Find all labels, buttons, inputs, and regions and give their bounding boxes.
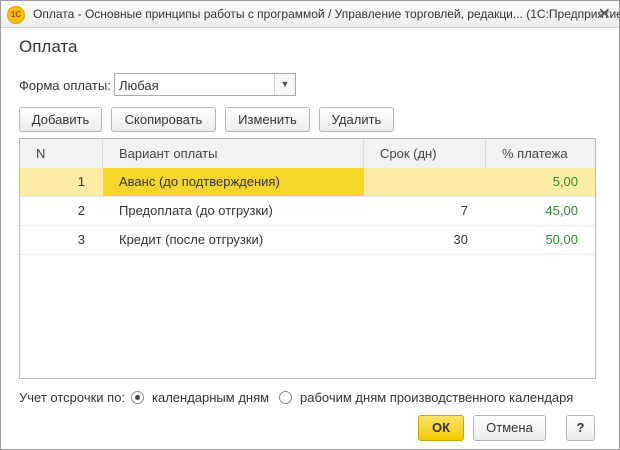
cell-variant[interactable]: Аванс (до подтверждения) xyxy=(103,168,364,196)
pay-type-value: Любая xyxy=(119,78,159,93)
app-logo-icon: 1С xyxy=(7,6,25,24)
cell-percent: 45,00 xyxy=(545,203,578,218)
column-header-n[interactable]: N xyxy=(20,139,103,168)
cancel-button[interactable]: Отмена xyxy=(473,415,546,441)
radio-calendar-days[interactable] xyxy=(131,391,144,404)
radio-working-days-label[interactable]: рабочим дням производственного календаря xyxy=(300,390,573,405)
table-header: N Вариант оплаты Срок (дн) % платежа xyxy=(20,139,595,169)
cell-percent: 5,00 xyxy=(552,174,578,189)
cell-n: 2 xyxy=(77,203,85,218)
copy-button[interactable]: Скопировать xyxy=(111,107,216,132)
help-button[interactable]: ? xyxy=(566,415,595,441)
payments-table[interactable]: N Вариант оплаты Срок (дн) % платежа 1 А… xyxy=(19,138,596,379)
ok-button[interactable]: ОК xyxy=(418,415,464,441)
title-bar: 1С Оплата - Основные принципы работы с п… xyxy=(1,1,620,28)
table-row[interactable]: 1 Аванс (до подтверждения) 5,00 xyxy=(20,168,595,197)
column-header-percent[interactable]: % платежа xyxy=(486,139,595,168)
table-row[interactable]: 3 Кредит (после отгрузки) 30 50,00 xyxy=(20,226,595,255)
cell-n: 3 xyxy=(77,232,85,247)
cell-variant: Предоплата (до отгрузки) xyxy=(119,203,273,218)
cell-term xyxy=(364,168,468,196)
column-header-variant[interactable]: Вариант оплаты xyxy=(103,139,364,168)
radio-selected-dot xyxy=(135,395,140,400)
dialog-window: 1С Оплата - Основные принципы работы с п… xyxy=(0,0,620,450)
cell-n: 1 xyxy=(77,174,85,189)
pay-type-label: Форма оплаты: xyxy=(19,78,111,93)
add-button[interactable]: Добавить xyxy=(19,107,102,132)
pay-type-select[interactable]: Любая ▼ xyxy=(114,73,296,96)
table-row[interactable]: 2 Предоплата (до отгрузки) 7 45,00 xyxy=(20,197,595,226)
window-title: Оплата - Основные принципы работы с прог… xyxy=(33,7,620,21)
close-icon[interactable]: ✕ xyxy=(598,4,611,24)
page-title: Оплата xyxy=(19,37,78,56)
delete-button[interactable]: Удалить xyxy=(319,107,394,132)
edit-button[interactable]: Изменить xyxy=(225,107,310,132)
cell-term: 7 xyxy=(460,203,468,218)
radio-calendar-days-label[interactable]: календарным дням xyxy=(152,390,269,405)
deferral-label: Учет отсрочки по: xyxy=(19,390,126,405)
cell-term: 30 xyxy=(453,232,468,247)
cell-variant: Кредит (после отгрузки) xyxy=(119,232,264,247)
radio-working-days[interactable] xyxy=(279,391,292,404)
column-header-term[interactable]: Срок (дн) xyxy=(364,139,486,168)
chevron-down-icon[interactable]: ▼ xyxy=(274,74,295,95)
cell-percent: 50,00 xyxy=(545,232,578,247)
